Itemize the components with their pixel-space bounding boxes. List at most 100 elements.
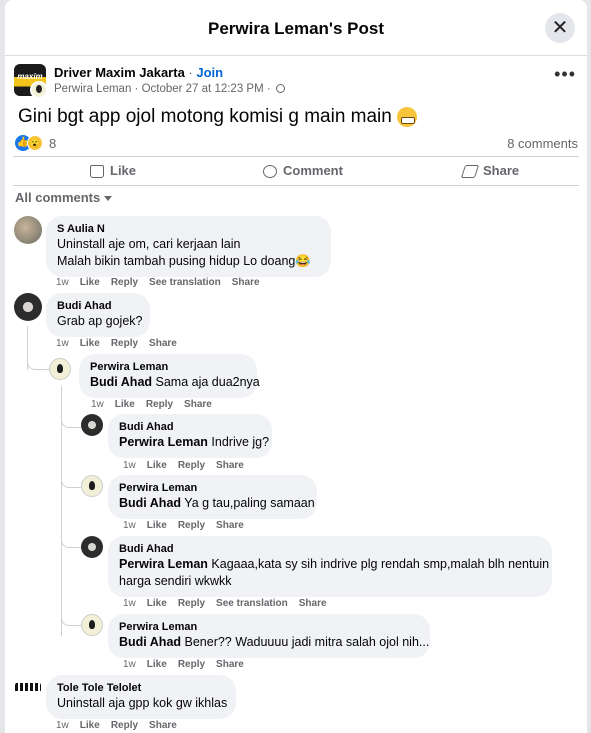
comment-share[interactable]: Share: [149, 338, 177, 349]
comment-share[interactable]: Share: [216, 460, 244, 471]
comment-like[interactable]: Like: [80, 277, 100, 288]
avatar[interactable]: [49, 358, 71, 380]
comment-reply[interactable]: Reply: [111, 720, 138, 731]
comment-share[interactable]: Share: [232, 277, 260, 288]
avatar[interactable]: [81, 536, 103, 558]
mention[interactable]: Budi Ahad: [119, 635, 181, 649]
comment-author[interactable]: Perwira Leman: [119, 620, 418, 634]
globe-icon: [275, 84, 285, 94]
post-author[interactable]: Perwira Leman: [54, 83, 131, 95]
comment-reply[interactable]: Reply: [178, 598, 205, 609]
comment-time[interactable]: 1w: [123, 520, 136, 531]
comment-text: Kagaaa,kata sy sih indrive plg rendah sm…: [207, 557, 550, 571]
post-header: maxim Driver Maxim Jakarta · Join Perwir…: [14, 64, 584, 99]
comment-bubble: Perwira Leman Budi Ahad Ya g tau,paling …: [108, 475, 317, 519]
mention[interactable]: Perwira Leman: [119, 435, 208, 449]
comment-text: Sama aja dua2nya: [152, 375, 260, 389]
comment-text: Grab ap gojek?: [57, 314, 143, 328]
comment-author[interactable]: Budi Ahad: [119, 420, 260, 434]
comment-like[interactable]: Like: [147, 520, 167, 531]
comment-filter[interactable]: All comments: [15, 190, 113, 205]
comment-filter-label: All comments: [15, 190, 101, 205]
comment-bubble: Tole Tole Telolet Uninstall aja gpp kok …: [46, 675, 236, 719]
comment-like[interactable]: Like: [147, 598, 167, 609]
comment-time[interactable]: 1w: [91, 399, 104, 410]
thread-curve: [61, 538, 81, 548]
avatar[interactable]: [14, 293, 42, 321]
comment-author[interactable]: S Aulia N: [57, 222, 319, 236]
action-bar: Like Comment Share: [13, 156, 579, 186]
mention[interactable]: Budi Ahad: [90, 375, 152, 389]
post-date[interactable]: · October 27 at 12:23 PM ·: [131, 83, 274, 95]
group-logo-text: maxim: [17, 72, 43, 81]
share-button[interactable]: Share: [460, 157, 519, 185]
comment-reply[interactable]: Reply: [178, 520, 205, 531]
comment-reply[interactable]: Reply: [178, 659, 205, 670]
comment-actions: 1w Like Reply See translation Share: [123, 598, 338, 609]
comment-like[interactable]: Like: [80, 720, 100, 731]
comment-share[interactable]: Share: [149, 720, 177, 731]
comment-button[interactable]: Comment: [263, 157, 343, 185]
comment-time[interactable]: 1w: [123, 659, 136, 670]
comment-like[interactable]: Like: [115, 399, 135, 410]
comment-share[interactable]: Share: [216, 520, 244, 531]
thread-curve: [27, 360, 49, 370]
avatar[interactable]: [14, 676, 42, 704]
avatar[interactable]: [81, 614, 103, 636]
comment-actions: 1w Like Reply Share: [123, 520, 255, 531]
author-avatar[interactable]: [30, 81, 48, 99]
mention[interactable]: Perwira Leman: [119, 557, 208, 571]
comment-bubble: Perwira Leman Budi Ahad Sama aja dua2nya: [79, 354, 260, 398]
thumbs-up-icon: [90, 165, 104, 179]
comment-reply[interactable]: Reply: [111, 338, 138, 349]
comment-bubble: Perwira Leman Budi Ahad Bener?? Waduuuu …: [108, 614, 430, 658]
chevron-down-icon: [104, 196, 113, 202]
comment-label: Comment: [283, 163, 343, 178]
avatar[interactable]: [81, 475, 103, 497]
like-button[interactable]: Like: [90, 157, 136, 185]
group-name-line: Driver Maxim Jakarta · Join: [54, 65, 223, 80]
group-name[interactable]: Driver Maxim Jakarta: [54, 65, 185, 80]
comment-reply[interactable]: Reply: [111, 277, 138, 288]
comment-bubble: S Aulia N Uninstall aje om, cari kerjaan…: [46, 216, 331, 277]
avatar[interactable]: [14, 216, 42, 244]
comment-actions: 1w Like Reply Share: [56, 720, 188, 731]
comment-author[interactable]: Perwira Leman: [119, 481, 305, 495]
comment-share[interactable]: Share: [299, 598, 327, 609]
comment-actions: 1w Like Reply Share: [123, 460, 255, 471]
comment-like[interactable]: Like: [147, 659, 167, 670]
close-button[interactable]: ✕: [545, 13, 575, 43]
comment-text: Ya g tau,paling samaan: [181, 496, 315, 510]
comment-author[interactable]: Tole Tole Telolet: [57, 681, 224, 695]
comment-share[interactable]: Share: [216, 659, 244, 670]
comment-text: Malah bikin tambah pusing hidup Lo doang…: [57, 254, 311, 268]
see-translation[interactable]: See translation: [149, 277, 221, 288]
comment-author[interactable]: Perwira Leman: [90, 360, 245, 374]
comment-time[interactable]: 1w: [56, 277, 69, 288]
more-options-button[interactable]: •••: [554, 65, 576, 83]
avatar[interactable]: [81, 414, 103, 436]
comment-text: Uninstall aja gpp kok gw ikhlas: [57, 696, 228, 710]
comment-time[interactable]: 1w: [56, 338, 69, 349]
comment-count[interactable]: 8 comments: [507, 136, 578, 151]
comment-author[interactable]: Budi Ahad: [57, 299, 138, 313]
comment-text: Bener?? Waduuuu jadi mitra salah ojol ni…: [181, 635, 430, 649]
comment-reply[interactable]: Reply: [146, 399, 173, 410]
see-translation[interactable]: See translation: [216, 598, 288, 609]
comment-author[interactable]: Budi Ahad: [119, 542, 540, 556]
join-button[interactable]: Join: [196, 65, 223, 80]
comment-text: Indrive jg?: [207, 435, 270, 449]
thread-curve: [61, 478, 81, 488]
comment-like[interactable]: Like: [80, 338, 100, 349]
comment-time[interactable]: 1w: [123, 598, 136, 609]
comment-like[interactable]: Like: [147, 460, 167, 471]
share-icon: [460, 165, 480, 179]
comment-reply[interactable]: Reply: [178, 460, 205, 471]
comment-time[interactable]: 1w: [56, 720, 69, 731]
wow-reaction-icon: 😮: [27, 135, 43, 151]
comment-bubble: Budi Ahad Perwira Leman Indrive jg?: [108, 414, 272, 458]
comment-time[interactable]: 1w: [123, 460, 136, 471]
grimacing-emoji-icon: [397, 106, 418, 127]
mention[interactable]: Budi Ahad: [119, 496, 181, 510]
comment-share[interactable]: Share: [184, 399, 212, 410]
